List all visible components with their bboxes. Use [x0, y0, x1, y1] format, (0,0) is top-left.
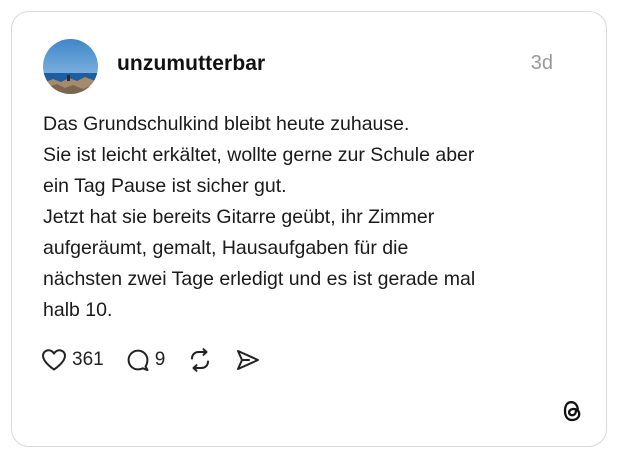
reply-button[interactable]: 9 — [126, 348, 166, 372]
post-text-line: Das Grundschulkind bleibt heute zuhause. — [43, 113, 410, 135]
post-text-line: nächsten zwei Tage erledigt und es ist g… — [43, 268, 476, 290]
like-count: 361 — [72, 349, 104, 370]
repost-icon — [191, 348, 210, 372]
post-text-line: aufgeräumt, gemalt, Hausaufgaben für die — [43, 237, 409, 259]
reply-count: 9 — [154, 349, 166, 370]
username[interactable]: unzumutterbar — [117, 52, 265, 76]
action-bar: 361 9 — [41, 346, 261, 374]
avatar-image — [43, 39, 98, 94]
post-text-line: Jetzt hat sie bereits Gitarre geübt, ihr… — [43, 206, 435, 228]
repost-button[interactable] — [187, 348, 213, 372]
share-button[interactable] — [235, 348, 261, 372]
post-text-line: Sie ist leicht erkältet, wollte gerne zu… — [43, 144, 475, 166]
avatar[interactable] — [43, 39, 98, 94]
send-icon — [237, 350, 260, 370]
threads-logo-icon[interactable] — [561, 398, 583, 424]
post-text-line: halb 10. — [43, 299, 113, 321]
post-text: Das Grundschulkind bleibt heute zuhause.… — [43, 109, 583, 326]
post-card: unzumutterbar 3d Das Grundschulkind blei… — [11, 11, 607, 447]
post-text-line: ein Tag Pause ist sicher gut. — [43, 175, 287, 197]
like-button[interactable]: 361 — [41, 348, 104, 372]
post-time[interactable]: 3d — [531, 52, 553, 75]
speech-bubble-icon — [127, 349, 149, 371]
heart-icon — [42, 349, 66, 371]
